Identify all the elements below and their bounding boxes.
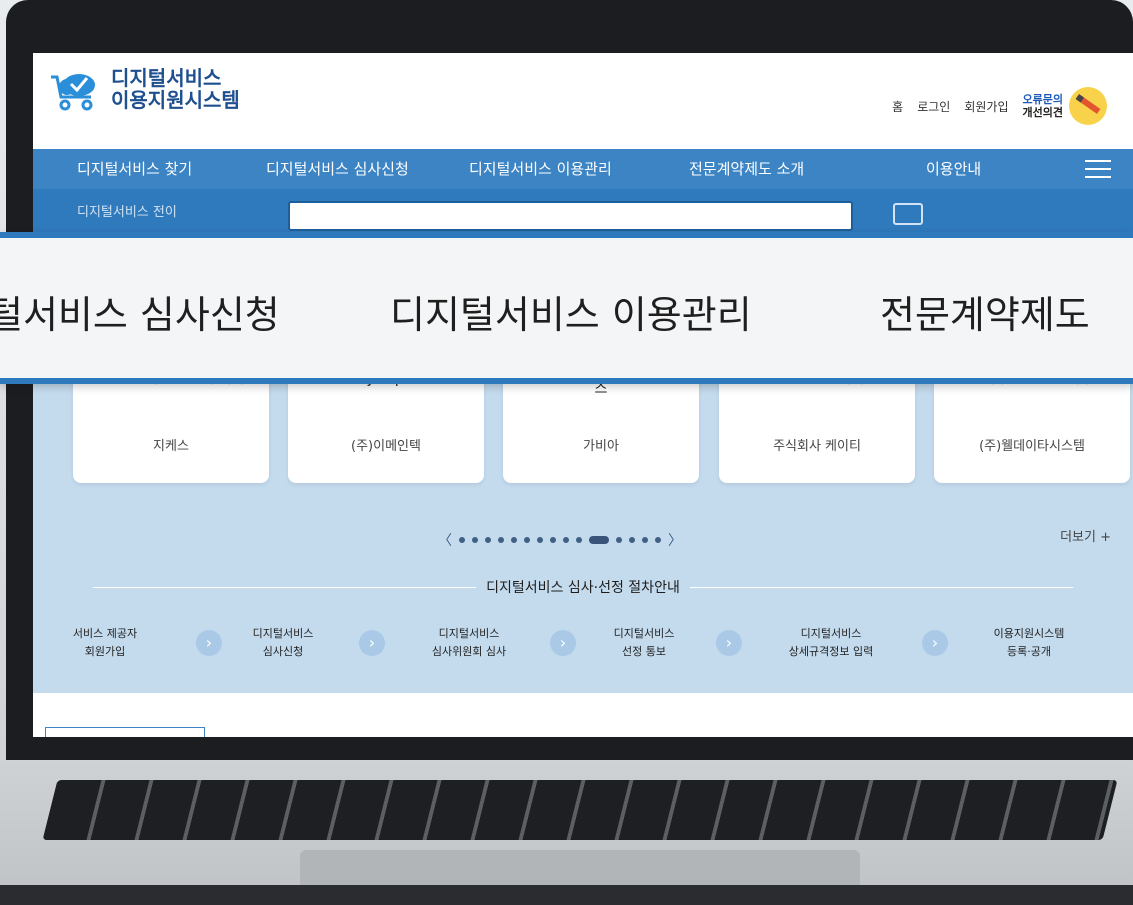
process-step: 디지털서비스 선정 통보 — [574, 625, 714, 661]
magnified-nav-item: 털서비스 심사신청 — [0, 293, 280, 337]
home-link[interactable]: 홈 — [892, 98, 903, 115]
cart-cloud-logo-icon — [51, 74, 95, 111]
feedback-button[interactable]: 오류문의 개선의견 — [1023, 87, 1107, 125]
step-line1: 디지털서비스 — [613, 627, 675, 640]
card-company: 지케스 — [153, 439, 189, 454]
carousel-dot[interactable] — [498, 537, 504, 543]
magnified-nav-strip: 털서비스 심사신청 디지털서비스 이용관리 전문계약제도 — [0, 232, 1133, 384]
chevron-right-icon[interactable]: 〉 — [668, 530, 682, 550]
logo-title-line1: 디지털서비스 — [111, 66, 222, 90]
chevron-right-icon: › — [359, 630, 385, 656]
laptop-edge — [0, 885, 1133, 905]
nav-item-find[interactable]: 디지털서비스 찾기 — [77, 149, 192, 189]
chevron-right-icon: › — [922, 630, 948, 656]
carousel-dot[interactable] — [655, 537, 661, 543]
carousel-dot[interactable] — [459, 537, 465, 543]
process-step: 디지털서비스 심사신청 — [213, 625, 353, 661]
hamburger-menu-icon[interactable] — [1085, 160, 1111, 178]
step-line2: 선정 통보 — [622, 645, 666, 658]
feedback-label-line2: 개선의견 — [1022, 106, 1063, 119]
nav-item-usage-management[interactable]: 디지털서비스 이용관리 — [469, 149, 612, 189]
process-step: 디지털서비스 상세규격정보 입력 — [761, 625, 901, 661]
carousel-dot[interactable] — [550, 537, 556, 543]
step-line2: 회원가입 — [84, 645, 126, 658]
pencil-icon — [1069, 87, 1107, 125]
carousel-dot[interactable] — [563, 537, 569, 543]
process-step: 이용지원시스템 등록·공개 — [959, 625, 1099, 661]
step-line2: 심사신청 — [262, 645, 304, 658]
carousel-pager: 〈 〉 — [438, 530, 682, 550]
keyboard — [42, 780, 1118, 840]
step-line2: 상세규격정보 입력 — [788, 645, 874, 658]
chevron-right-icon: › — [550, 630, 576, 656]
carousel-dot[interactable] — [576, 537, 582, 543]
step-line1: 디지털서비스 — [438, 627, 500, 640]
nav-item-review-application[interactable]: 디지털서비스 심사신청 — [266, 149, 409, 189]
band-label: 디지털서비스 전이 — [77, 205, 177, 220]
login-link[interactable]: 로그인 — [917, 98, 950, 115]
card-company: 주식회사 케이티 — [773, 439, 861, 454]
process-step: 서비스 제공자 회원가입 — [35, 625, 175, 661]
screen: 디지털서비스 이용지원시스템 홈 로그인 회원가입 오류문의 개선의견 디지털서… — [33, 53, 1133, 737]
carousel-dot[interactable] — [616, 537, 622, 543]
search-input[interactable] — [288, 201, 853, 231]
step-line2: 심사위원회 심사 — [431, 645, 507, 658]
site-logo[interactable]: 디지털서비스 이용지원시스템 — [47, 67, 240, 111]
nav-item-guide[interactable]: 이용안내 — [926, 149, 981, 189]
process-step: 디지털서비스 심사위원회 심사 — [399, 625, 539, 661]
process-heading: 디지털서비스 심사·선정 절차안내 — [33, 577, 1133, 597]
carousel-dot[interactable] — [472, 537, 478, 543]
card-company: (주)이메인텍 — [351, 439, 421, 454]
calendar-icon[interactable] — [893, 203, 923, 225]
signup-link[interactable]: 회원가입 — [964, 98, 1008, 115]
process-title: 디지털서비스 심사·선정 절차안내 — [476, 580, 690, 596]
carousel-dot[interactable] — [524, 537, 530, 543]
nav-item-contract-intro[interactable]: 전문계약제도 소개 — [689, 149, 804, 189]
laptop-base — [0, 760, 1133, 905]
step-line1: 디지털서비스 — [800, 627, 862, 640]
magnified-nav-item: 디지털서비스 이용관리 — [390, 293, 752, 337]
step-line1: 서비스 제공자 — [72, 627, 138, 640]
logo-title-line2: 이용지원시스템 — [111, 88, 240, 112]
carousel-dot[interactable] — [629, 537, 635, 543]
utility-links: 홈 로그인 회원가입 오류문의 개선의견 — [892, 87, 1107, 125]
carousel-dot[interactable] — [511, 537, 517, 543]
main-nav: 디지털서비스 찾기 디지털서비스 심사신청 디지털서비스 이용관리 전문계약제도… — [33, 149, 1133, 189]
carousel-dot[interactable] — [485, 537, 491, 543]
chevron-left-icon[interactable]: 〈 — [438, 530, 452, 550]
step-line2: 등록·공개 — [1007, 645, 1051, 658]
card-company: (주)웰데이타시스템 — [979, 439, 1085, 454]
step-line1: 이용지원시스템 — [993, 627, 1065, 640]
more-link[interactable]: 더보기 + — [1060, 526, 1111, 545]
bottom-tab[interactable] — [45, 727, 205, 737]
magnified-nav-item: 전문계약제도 — [880, 293, 1090, 337]
step-line1: 디지털서비스 — [252, 627, 314, 640]
site-header: 디지털서비스 이용지원시스템 홈 로그인 회원가입 오류문의 개선의견 — [33, 53, 1133, 149]
carousel-dot[interactable] — [642, 537, 648, 543]
chevron-right-icon: › — [716, 630, 742, 656]
carousel-dot[interactable] — [589, 536, 609, 544]
card-company: 가비아 — [583, 439, 619, 454]
carousel-dot[interactable] — [537, 537, 543, 543]
feedback-label-line1: 오류문의 — [1022, 93, 1063, 106]
search-band: 디지털서비스 전이 — [33, 189, 1133, 233]
